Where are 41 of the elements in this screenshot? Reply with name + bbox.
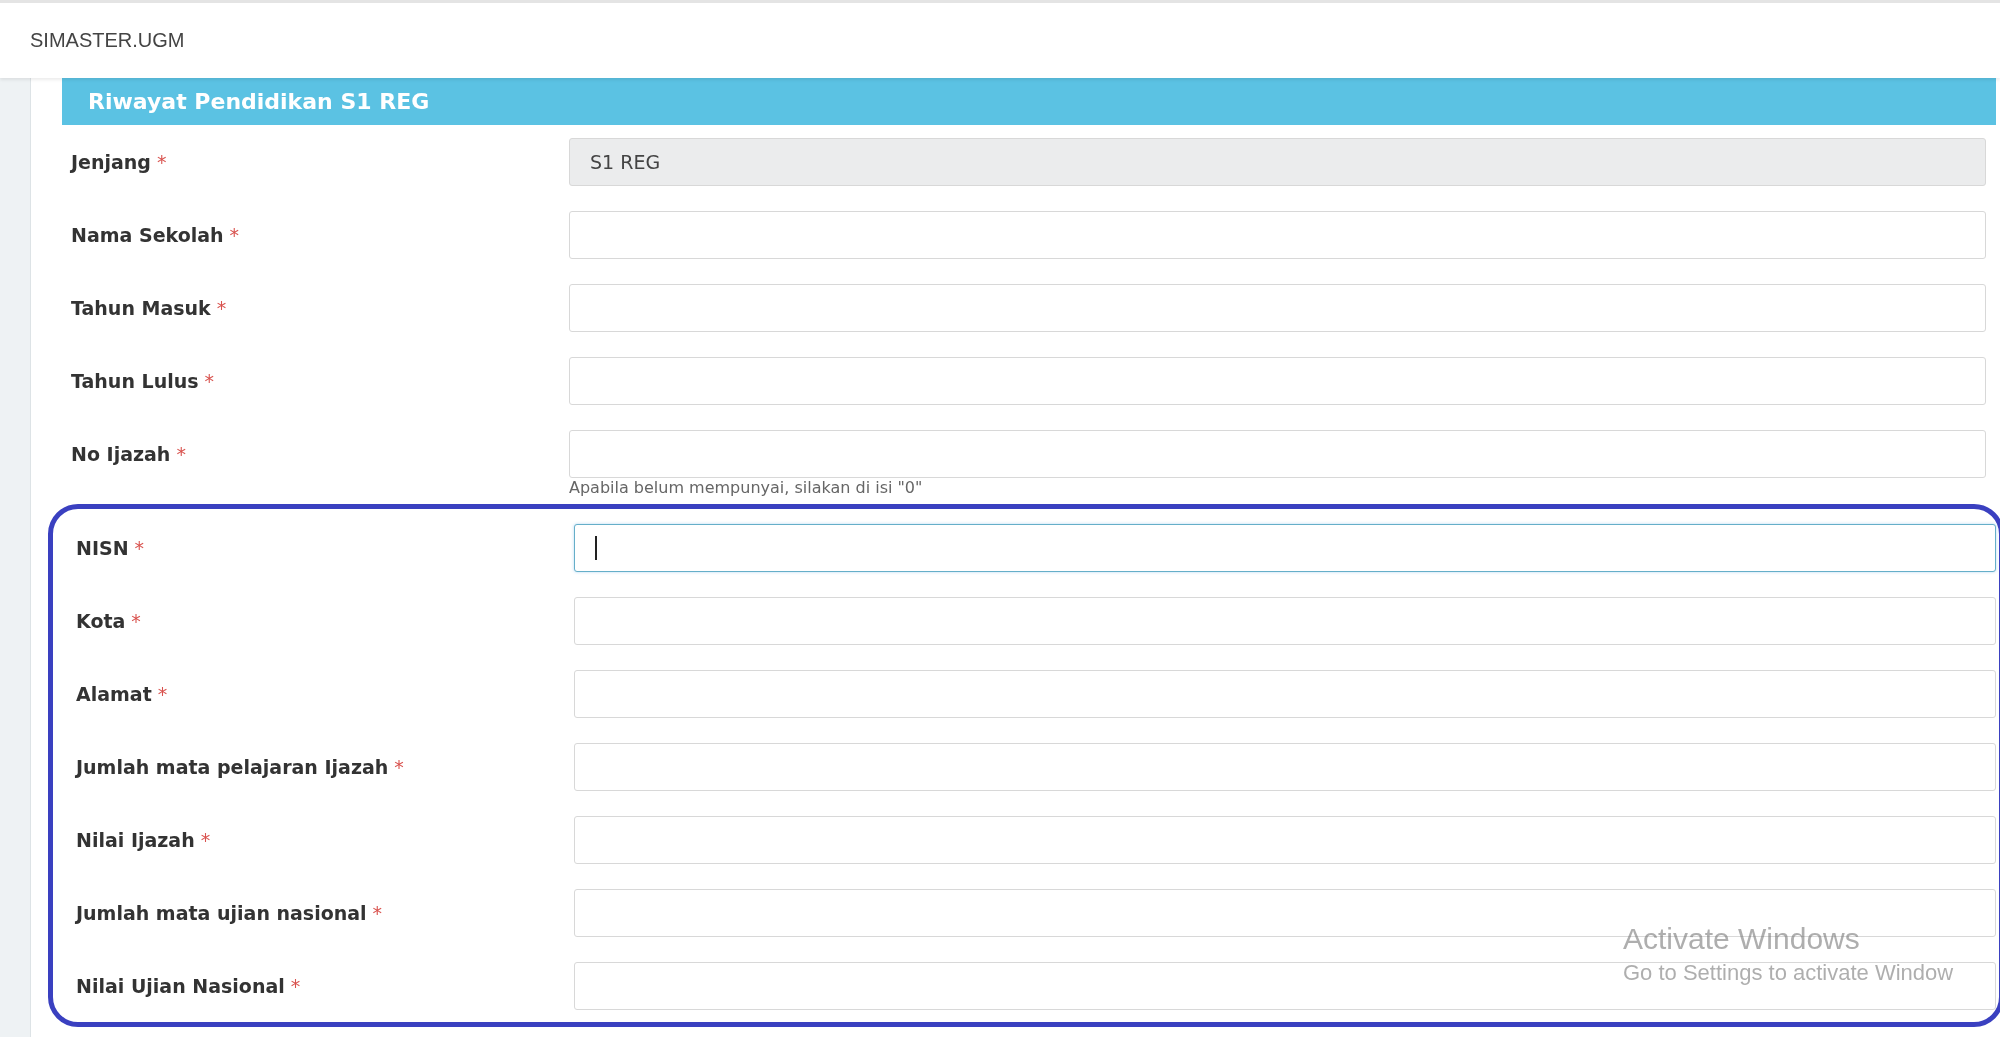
required-mark: *	[134, 536, 145, 559]
required-mark: *	[131, 609, 141, 632]
text-input[interactable]	[574, 669, 1996, 718]
required-mark: *	[176, 442, 186, 465]
required-mark: *	[156, 150, 167, 173]
activation-subtitle: Go to Settings to activate Window	[1623, 960, 1954, 986]
text-input[interactable]	[574, 815, 1996, 864]
text-input[interactable]	[569, 283, 1986, 332]
required-mark: *	[157, 682, 168, 705]
section-title: Riwayat Pendidikan S1 REG	[88, 89, 430, 114]
text-input[interactable]	[569, 429, 1986, 478]
field-label: Jenjang	[71, 150, 151, 173]
text-input[interactable]	[574, 523, 1996, 572]
required-mark: *	[229, 223, 240, 246]
field-label: Tahun Lulus	[71, 369, 199, 392]
field-label: Nilai Ijazah	[76, 828, 195, 851]
text-input[interactable]	[574, 742, 1996, 791]
text-input[interactable]	[574, 596, 1996, 645]
field-label: NISN	[76, 536, 129, 559]
app-title[interactable]: SIMASTER.UGM	[30, 29, 185, 52]
text-input[interactable]	[574, 961, 1996, 1010]
text-input[interactable]	[569, 210, 1986, 259]
text-cursor	[595, 535, 597, 560]
required-mark: *	[290, 974, 301, 997]
help-text: Apabila belum mempunyai, silakan di isi "0"	[569, 478, 924, 499]
required-mark: *	[204, 369, 214, 392]
field-label: Nilai Ujian Nasional	[76, 974, 285, 997]
required-mark: *	[216, 296, 227, 319]
required-mark: *	[372, 901, 383, 924]
field-label: Kota	[76, 609, 126, 632]
field-label: Jumlah mata ujian nasional	[76, 901, 367, 924]
activation-title: Activate Windows	[1623, 922, 1861, 956]
required-mark: *	[394, 755, 404, 778]
text-input[interactable]: S1 REG	[569, 137, 1986, 186]
field-label: No Ijazah	[71, 442, 171, 465]
required-mark: *	[200, 828, 211, 851]
field-label: Alamat	[76, 682, 152, 705]
field-label: Tahun Masuk	[71, 296, 211, 319]
text-input[interactable]	[569, 356, 1986, 405]
field-label: Nama Sekolah	[71, 223, 224, 246]
field-label: Jumlah mata pelajaran Ijazah	[76, 755, 389, 778]
